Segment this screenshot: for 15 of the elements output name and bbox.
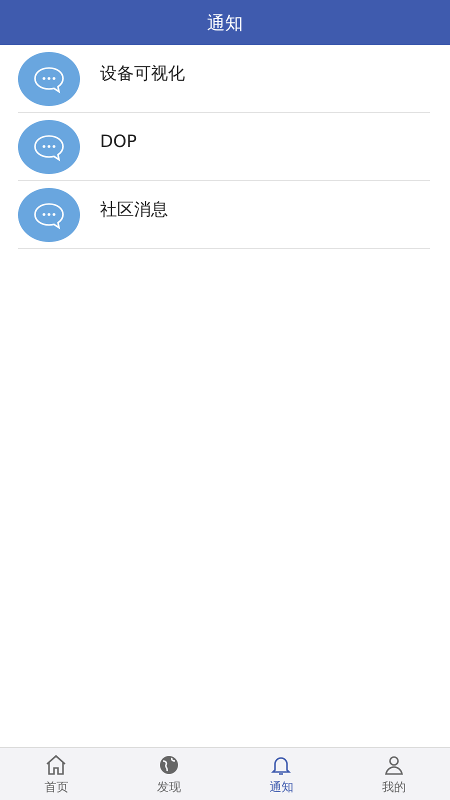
chat-bubble-icon — [18, 120, 80, 174]
tab[interactable]: 首页 — [0, 748, 112, 800]
message-item[interactable]: 设备可视化 — [18, 45, 430, 113]
header-title: 通知 — [207, 12, 243, 34]
message-title: DOP — [100, 132, 137, 152]
chat-bubble-icon — [18, 52, 80, 106]
message-item[interactable]: 社区消息 — [18, 181, 430, 249]
message-item[interactable]: DOP — [18, 113, 430, 181]
home-icon — [44, 752, 68, 776]
message-title: 设备可视化 — [100, 63, 185, 85]
tab[interactable]: 通知 — [225, 748, 338, 800]
message-title: 社区消息 — [100, 199, 168, 221]
chat-bubble-icon — [18, 188, 80, 242]
tab[interactable]: 我的 — [338, 748, 450, 800]
tab[interactable]: 发现 — [112, 748, 225, 800]
